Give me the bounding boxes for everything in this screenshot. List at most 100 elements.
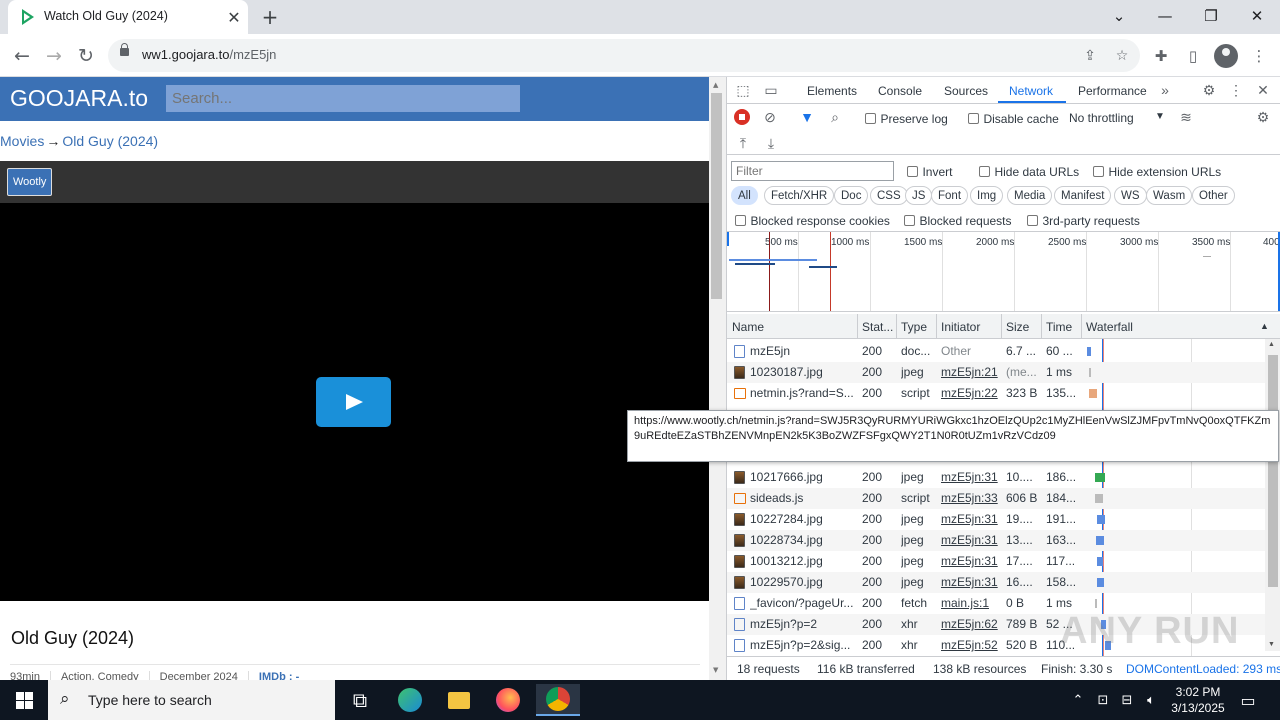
col-initiator[interactable]: Initiator — [941, 320, 980, 334]
edge-browser-icon[interactable] — [388, 684, 432, 716]
preserve-log-toggle[interactable]: Preserve log — [865, 110, 948, 128]
lock-icon[interactable] — [120, 43, 129, 56]
request-initiator[interactable]: mzE5jn:31 — [941, 512, 998, 526]
column-separator[interactable] — [1041, 314, 1042, 339]
column-separator[interactable] — [857, 314, 858, 339]
close-tab-icon[interactable]: ✕ — [224, 7, 244, 27]
request-name[interactable]: 10217666.jpg — [750, 470, 854, 484]
requests-scroll-thumb[interactable] — [1268, 355, 1278, 587]
share-icon[interactable]: ⇪ — [1079, 45, 1101, 67]
request-row[interactable]: 10229570.jpg 200 jpeg mzE5jn:31 16.... 158... — [727, 572, 1266, 593]
address-bar[interactable]: ww1.goojara.to/mzE5jn ⇪ ☆ — [108, 39, 1140, 72]
filter-funnel-icon[interactable]: ▼ — [797, 107, 817, 127]
scroll-down-icon[interactable]: ▼ — [1268, 641, 1275, 648]
request-row[interactable]: netmin.js?rand=S... 200 script mzE5jn:22 323… — [727, 383, 1266, 404]
request-initiator[interactable]: mzE5jn:21 — [941, 365, 998, 379]
col-size[interactable]: Size — [1006, 320, 1029, 334]
site-logo[interactable]: GOOJARA.to — [10, 85, 148, 112]
restore-button[interactable]: ❐ — [1197, 3, 1225, 29]
request-initiator[interactable]: mzE5jn:31 — [941, 575, 998, 589]
page-scrollbar[interactable]: ▲ ▼ — [709, 77, 726, 680]
forward-button[interactable]: → — [40, 42, 68, 70]
chrome-taskbar-icon[interactable] — [536, 684, 580, 716]
search-icon[interactable]: ⌕ — [825, 107, 845, 127]
page-scroll-thumb[interactable] — [711, 93, 722, 299]
blocked-requests-toggle[interactable]: Blocked requests — [904, 212, 1012, 230]
throttling-dropdown-icon[interactable]: ▼ — [1155, 111, 1165, 122]
firefox-icon[interactable] — [486, 684, 530, 716]
bookmark-star-icon[interactable]: ☆ — [1111, 45, 1133, 67]
reload-button[interactable]: ↻ — [72, 42, 100, 70]
close-devtools-icon[interactable]: ✕ — [1253, 80, 1273, 100]
site-search-input[interactable] — [166, 85, 520, 112]
preserve-log-checkbox[interactable] — [865, 113, 876, 125]
hide-extension-urls-checkbox[interactable] — [1093, 166, 1104, 178]
scroll-down-icon[interactable]: ▼ — [713, 666, 718, 674]
request-name[interactable]: 10230187.jpg — [750, 365, 854, 379]
request-initiator[interactable]: main.js:1 — [941, 596, 989, 610]
request-initiator[interactable]: mzE5jn:31 — [941, 554, 998, 568]
record-stop-icon[interactable] — [734, 109, 750, 125]
request-name[interactable]: 10228734.jpg — [750, 533, 854, 547]
request-name[interactable]: mzE5jn?p=2 — [750, 617, 854, 631]
hide-data-urls-checkbox[interactable] — [979, 166, 990, 178]
throttling-select[interactable]: No throttling — [1069, 111, 1134, 125]
col-time[interactable]: Time — [1046, 320, 1072, 334]
side-panel-icon[interactable]: ▯ — [1182, 45, 1204, 67]
request-initiator[interactable]: mzE5jn:31 — [941, 470, 998, 484]
col-type[interactable]: Type — [901, 320, 927, 334]
inspect-element-icon[interactable]: ⬚ — [733, 80, 753, 100]
settings-gear-icon[interactable]: ⚙ — [1199, 80, 1219, 100]
import-har-upload-icon[interactable]: ⤒ — [733, 133, 753, 153]
type-filter-other[interactable]: Other — [1192, 186, 1235, 205]
type-filter-doc[interactable]: Doc — [834, 186, 869, 205]
chrome-menu-icon[interactable]: ⋮ — [1248, 45, 1270, 67]
request-initiator[interactable]: mzE5jn:33 — [941, 491, 998, 505]
network-conditions-wifi-icon[interactable]: ≋ — [1176, 107, 1196, 127]
type-filter-js[interactable]: JS — [905, 186, 933, 205]
request-name[interactable]: 10013212.jpg — [750, 554, 854, 568]
type-filter-ws[interactable]: WS — [1114, 186, 1147, 205]
file-explorer-icon[interactable] — [437, 684, 481, 716]
type-filter-media[interactable]: Media — [1007, 186, 1053, 205]
request-row[interactable]: sideads.js 200 script mzE5jn:33 606 B 184... — [727, 488, 1266, 509]
taskbar-clock[interactable]: 3:02 PM 3/13/2025 — [1158, 684, 1238, 716]
type-filter-fetch-xhr[interactable]: Fetch/XHR — [764, 186, 835, 205]
tab-sources[interactable]: Sources — [944, 84, 988, 98]
start-button[interactable] — [0, 680, 48, 720]
request-row[interactable]: 10230187.jpg 200 jpeg mzE5jn:21 (me... 1 ms — [727, 362, 1266, 383]
blocked-cookies-toggle[interactable]: Blocked response cookies — [735, 212, 890, 230]
profile-avatar-icon[interactable] — [1214, 44, 1238, 68]
export-har-download-icon[interactable]: ⤓ — [761, 133, 781, 153]
play-button[interactable] — [316, 377, 391, 427]
type-filter-manifest[interactable]: Manifest — [1054, 186, 1112, 205]
column-separator[interactable] — [1001, 314, 1002, 339]
request-name[interactable]: 10229570.jpg — [750, 575, 854, 589]
col-status[interactable]: Stat... — [862, 320, 893, 334]
tray-chevron-icon[interactable]: ⌃ — [1068, 690, 1088, 710]
clear-icon[interactable]: ⊘ — [760, 107, 780, 127]
request-name[interactable]: mzE5jn?p=2&sig... — [750, 638, 854, 652]
blocked-requests-checkbox[interactable] — [904, 215, 915, 227]
breadcrumb-current-link[interactable]: Old Guy (2024) — [62, 133, 158, 149]
type-filter-img[interactable]: Img — [970, 186, 1004, 205]
network-overview-timeline[interactable]: 500 ms 1000 ms 1500 ms 2000 ms 2500 ms 3… — [727, 231, 1280, 312]
taskbar-search-box[interactable]: ⌕ Type here to search — [48, 680, 335, 720]
request-row[interactable]: mzE5jn 200 doc... Other 6.7 ... 60 ... — [727, 341, 1266, 362]
disable-cache-toggle[interactable]: Disable cache — [968, 110, 1059, 128]
tab-console[interactable]: Console — [878, 84, 922, 98]
request-initiator[interactable]: mzE5jn:31 — [941, 533, 998, 547]
tab-network[interactable]: Network — [1009, 84, 1053, 98]
request-initiator[interactable]: mzE5jn:62 — [941, 617, 998, 631]
tab-elements[interactable]: Elements — [807, 84, 857, 98]
breadcrumb-movies-link[interactable]: Movies — [0, 133, 44, 149]
tab-performance[interactable]: Performance — [1078, 84, 1147, 98]
column-separator[interactable] — [896, 314, 897, 339]
request-initiator[interactable]: mzE5jn:22 — [941, 386, 998, 400]
scroll-up-icon[interactable]: ▲ — [713, 81, 718, 89]
request-initiator[interactable]: mzE5jn:52 — [941, 638, 998, 652]
type-filter-all[interactable]: All — [731, 186, 758, 205]
col-waterfall[interactable]: Waterfall — [1086, 320, 1133, 334]
overview-left-handle[interactable] — [727, 232, 729, 246]
requests-scrollbar[interactable]: ▲ ▼ — [1265, 339, 1280, 651]
